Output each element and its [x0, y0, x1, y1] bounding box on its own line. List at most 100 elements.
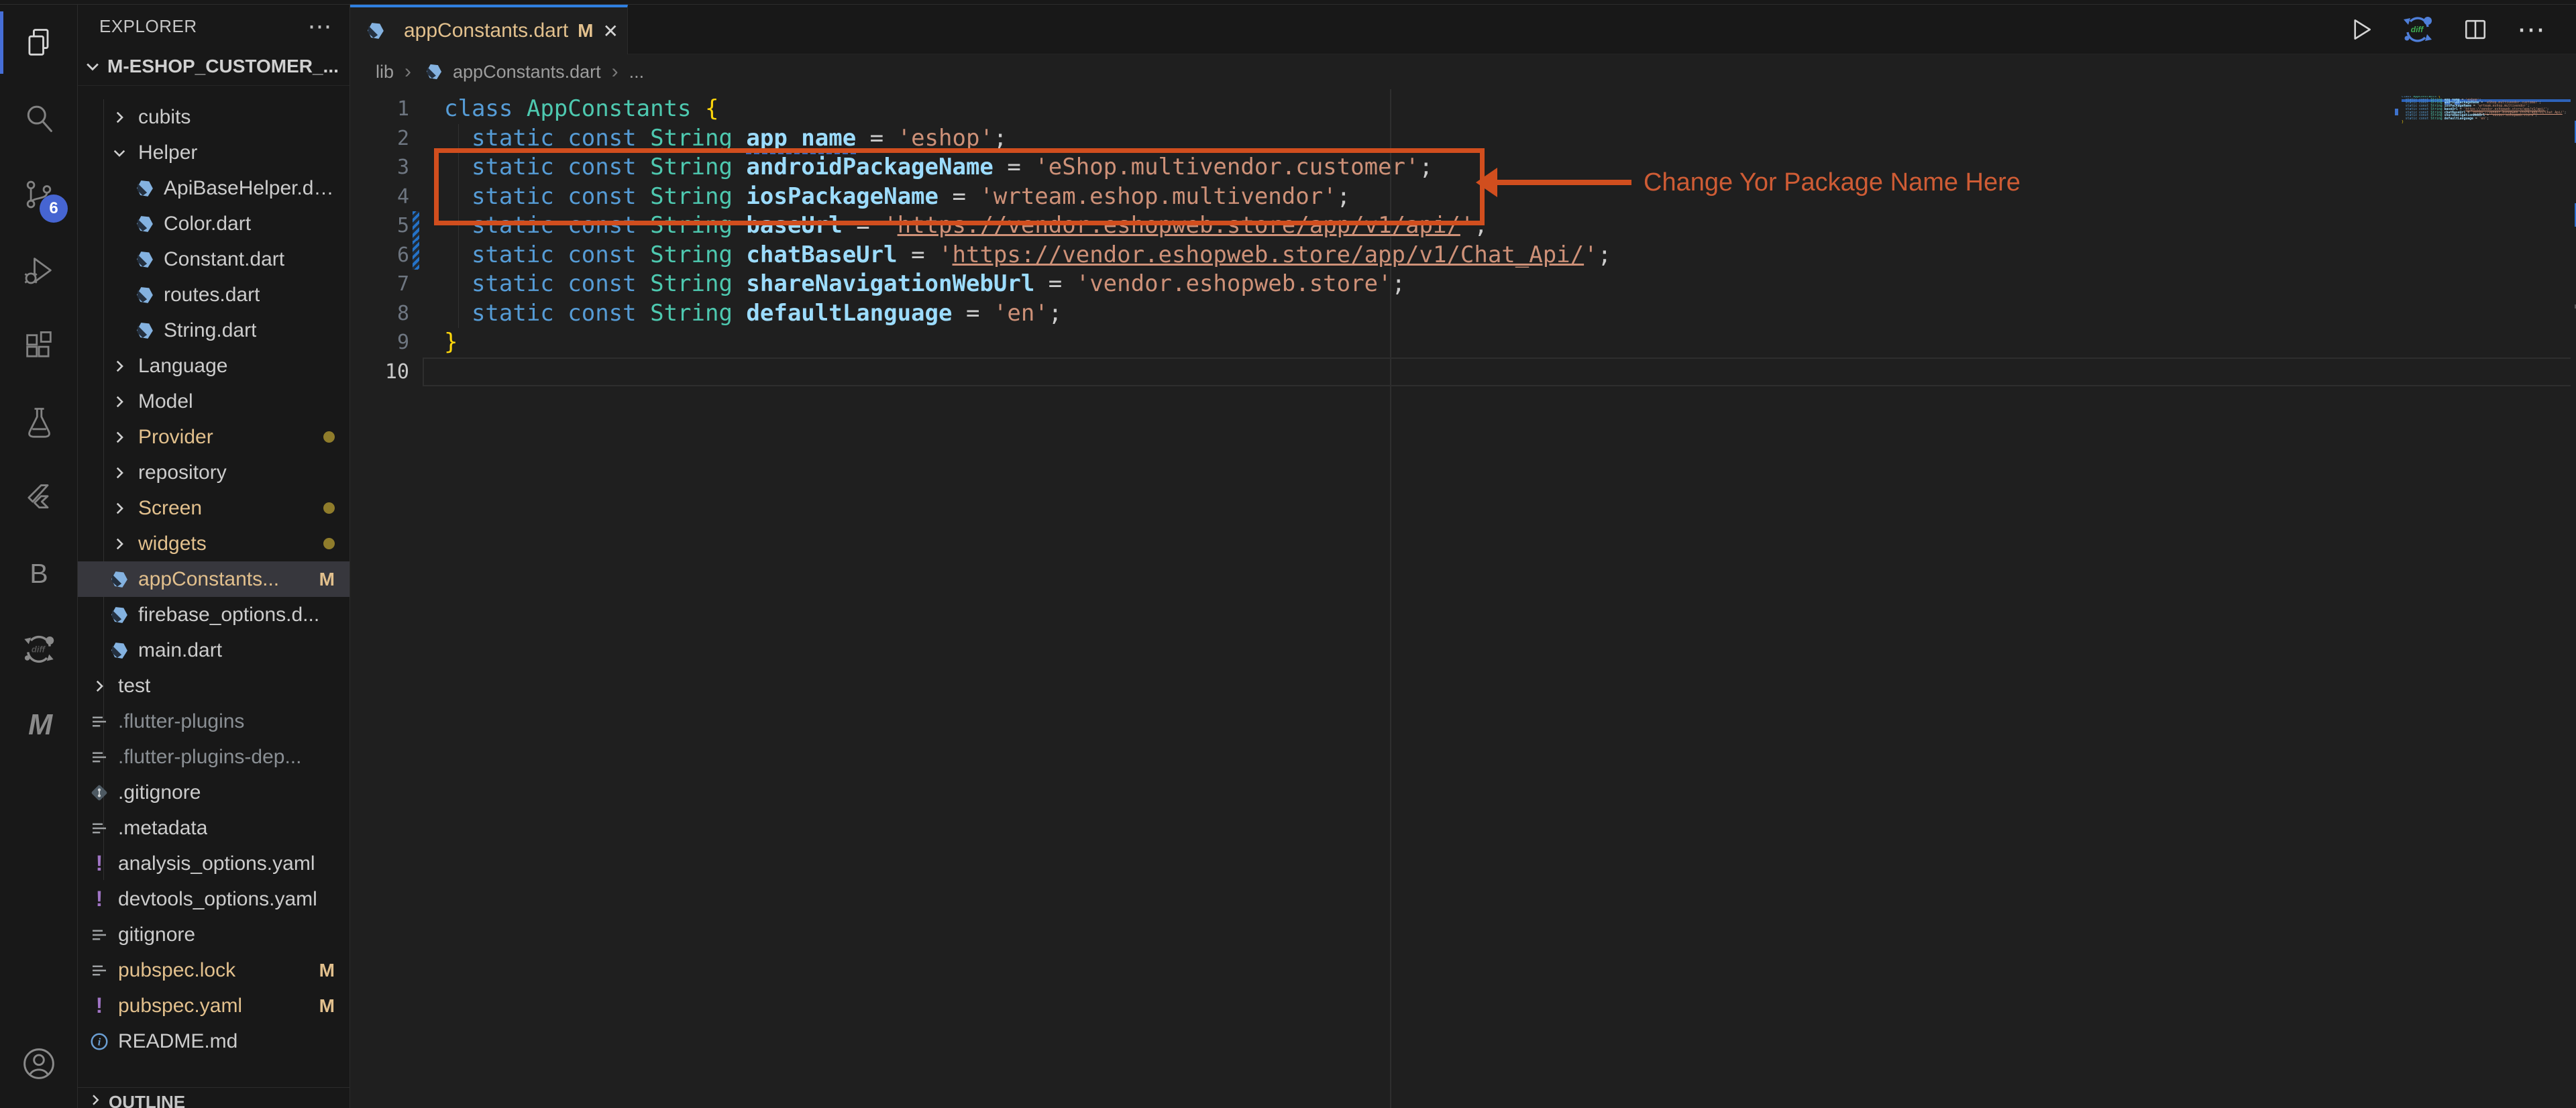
tab-appconstants[interactable]: appConstants.dart M ✕ — [350, 5, 628, 54]
modified-dot-badge — [323, 431, 335, 443]
tree-item[interactable]: main.dart — [78, 632, 350, 668]
breadcrumb: lib › appConstants.dart › ... — [350, 54, 2576, 89]
chevron-right-icon — [107, 496, 131, 520]
code-line[interactable]: 5 static const String baseUrl = 'https:/… — [350, 211, 2576, 241]
breadcrumb-lib[interactable]: lib — [376, 62, 394, 82]
explorer-icon[interactable] — [0, 5, 77, 80]
tree-item[interactable]: Provider — [78, 419, 350, 455]
tree-item-label: .metadata — [118, 817, 207, 840]
vscode-window: 6 — [0, 5, 2576, 1108]
flutter-icon[interactable] — [0, 459, 77, 535]
tree-item-label: main.dart — [138, 639, 222, 662]
tree-item-label: repository — [138, 461, 227, 484]
minimap[interactable]: class AppConstants { static const String… — [2402, 96, 2571, 176]
extensions-icon[interactable] — [0, 308, 77, 384]
line-number: 4 — [350, 182, 409, 212]
window-top-strip — [0, 0, 2576, 5]
project-root-row[interactable]: M-ESHOP_CUSTOMER_... — [78, 48, 350, 86]
tree-item[interactable]: Language — [78, 348, 350, 384]
tree-item[interactable]: appConstants...M — [78, 561, 350, 597]
close-icon[interactable]: ✕ — [602, 20, 618, 42]
tree-item[interactable]: routes.dart — [78, 277, 350, 313]
explorer-more-icon[interactable]: ⋯ — [308, 19, 333, 33]
split-editor-icon[interactable] — [2461, 15, 2490, 44]
tree-item[interactable]: .metadata — [78, 810, 350, 846]
run-icon[interactable] — [2345, 15, 2375, 44]
explorer-title: EXPLORER — [99, 16, 197, 37]
svg-text:M: M — [28, 709, 53, 741]
tree-item[interactable]: firebase_options.d... — [78, 597, 350, 632]
svg-text:diff: diff — [2411, 25, 2424, 34]
tree-item[interactable]: iREADME.md — [78, 1023, 350, 1059]
tree-item[interactable]: test — [78, 668, 350, 704]
tree-item[interactable]: widgets — [78, 526, 350, 561]
breadcrumb-file[interactable]: appConstants.dart — [422, 60, 601, 84]
tree-item[interactable]: .flutter-plugins-dep... — [78, 739, 350, 775]
line-number: 7 — [350, 270, 409, 299]
code-line-content: } — [424, 328, 458, 357]
gutter — [409, 357, 424, 387]
partial-diff-icon[interactable]: diff — [0, 611, 77, 687]
tree-item[interactable]: cubits — [78, 99, 350, 135]
tree-item[interactable]: Screen — [78, 490, 350, 526]
account-icon[interactable] — [0, 1026, 77, 1101]
search-icon[interactable] — [0, 80, 77, 156]
tree-item[interactable]: !pubspec.yamlM — [78, 988, 350, 1023]
activity-bar: 6 — [0, 5, 78, 1108]
code-line[interactable]: 3 static const String androidPackageName… — [350, 153, 2576, 182]
code-line[interactable]: 4 static const String iosPackageName = '… — [350, 182, 2576, 212]
tree-item[interactable]: pubspec.lockM — [78, 952, 350, 988]
code-editor[interactable]: 1class AppConstants {2 static const Stri… — [350, 89, 2576, 1108]
more-actions-icon[interactable]: ⋯ — [2517, 26, 2548, 33]
project-root-label: M-ESHOP_CUSTOMER_... — [107, 56, 339, 77]
tree-item[interactable]: .gitignore — [78, 775, 350, 810]
tree-item[interactable]: ApiBaseHelper.dart — [78, 170, 350, 206]
tree-item[interactable]: !devtools_options.yaml — [78, 881, 350, 917]
git-modified-badge: M — [319, 960, 335, 981]
tree-item[interactable]: Helper — [78, 135, 350, 170]
breadcrumb-more[interactable]: ... — [629, 62, 645, 82]
tree-item-label: cubits — [138, 106, 191, 129]
list-file-icon — [87, 958, 111, 983]
tree-item[interactable]: .flutter-plugins — [78, 704, 350, 739]
m-extension-icon[interactable]: M — [0, 687, 77, 763]
chevron-right-icon — [107, 354, 131, 378]
dart-file-icon — [133, 319, 157, 343]
tree-item[interactable]: !analysis_options.yaml — [78, 846, 350, 881]
tree-item[interactable]: Color.dart — [78, 206, 350, 241]
modified-dot-badge — [323, 538, 335, 549]
git-modified-badge: M — [319, 569, 335, 590]
tree-item[interactable]: Constant.dart — [78, 241, 350, 277]
code-line[interactable]: 10 — [350, 357, 2576, 387]
dart-file-icon — [422, 60, 446, 84]
b-extension-icon[interactable]: B — [0, 535, 77, 611]
git-modified-gutter-mark — [409, 241, 424, 270]
tree-item-label: routes.dart — [164, 284, 260, 307]
code-line[interactable]: 6 static const String chatBaseUrl = 'htt… — [350, 241, 2576, 270]
tree-item[interactable]: gitignore — [78, 917, 350, 952]
source-control-icon[interactable]: 6 — [0, 156, 77, 232]
run-debug-icon[interactable] — [0, 232, 77, 308]
compare-diff-icon[interactable]: diff — [2402, 13, 2434, 46]
tree-item[interactable]: repository — [78, 455, 350, 490]
tree-item[interactable]: Model — [78, 384, 350, 419]
code-line[interactable]: 7 static const String shareNavigationWeb… — [350, 270, 2576, 299]
chevron-right-icon — [87, 674, 111, 698]
list-file-icon — [87, 710, 111, 734]
line-number: 6 — [350, 241, 409, 270]
tab-bar: appConstants.dart M ✕ di — [350, 5, 2576, 54]
code-line[interactable]: 8 static const String defaultLanguage = … — [350, 299, 2576, 329]
outline-section-header[interactable]: OUTLINE — [78, 1087, 350, 1108]
tree-item-label: Model — [138, 390, 193, 413]
tree-item-label: Color.dart — [164, 213, 251, 235]
code-line[interactable]: 1class AppConstants { — [350, 95, 2576, 124]
tree-item[interactable]: String.dart — [78, 313, 350, 348]
tree-item-label: Helper — [138, 142, 197, 164]
gutter — [409, 124, 424, 154]
dart-file-icon — [133, 247, 157, 272]
list-file-icon — [87, 923, 111, 947]
code-line[interactable]: 2 static const String app_name = 'eshop'… — [350, 124, 2576, 154]
code-line[interactable]: 9} — [350, 328, 2576, 357]
testing-icon[interactable] — [0, 384, 77, 459]
sidebar-explorer: EXPLORER ⋯ M-ESHOP_CUSTOMER_... cubits He… — [78, 5, 350, 1108]
